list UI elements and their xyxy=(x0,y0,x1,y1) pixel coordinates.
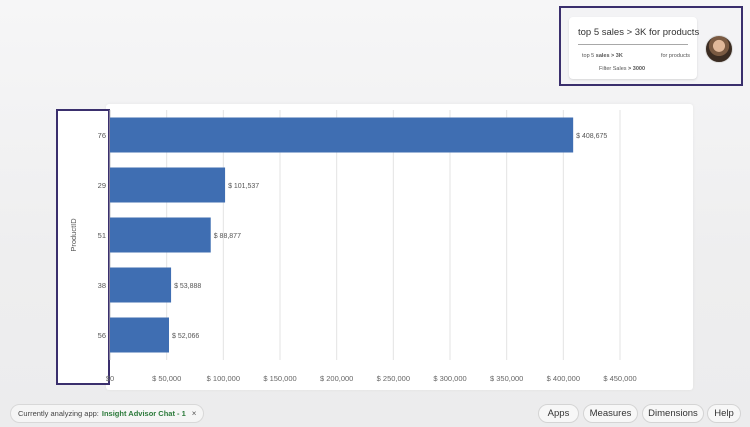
apps-button[interactable]: Apps xyxy=(538,404,579,423)
help-button[interactable]: Help xyxy=(707,404,741,423)
dimensions-button[interactable]: Dimensions xyxy=(642,404,704,423)
analyzing-app-status: Currently analyzing app: Insight Advisor… xyxy=(10,404,205,423)
measures-button[interactable]: Measures xyxy=(583,404,638,423)
x-tick-label: $ 50,000 xyxy=(152,374,181,383)
bar[interactable] xyxy=(110,267,172,303)
bar[interactable] xyxy=(110,167,226,203)
bar-value-label: $ 408,675 xyxy=(576,133,607,140)
y-tick-label: 51 xyxy=(98,231,106,240)
y-tick-label: 38 xyxy=(98,281,106,290)
bar[interactable] xyxy=(110,317,170,353)
x-tick-label: $ 250,000 xyxy=(377,374,410,383)
status-prefix: Currently analyzing app: xyxy=(18,409,99,418)
close-icon[interactable]: × xyxy=(192,409,197,418)
bar[interactable] xyxy=(110,217,211,253)
bar-value-label: $ 52,066 xyxy=(172,333,199,340)
x-tick-label: $ 100,000 xyxy=(207,374,240,383)
x-tick-label: $0 xyxy=(106,374,114,383)
y-axis-title: ProductID xyxy=(69,218,78,252)
y-tick-label: 29 xyxy=(98,181,106,190)
app-name[interactable]: Insight Advisor Chat - 1 xyxy=(102,409,186,418)
x-tick-label: $ 150,000 xyxy=(263,374,296,383)
y-tick-label: 56 xyxy=(98,331,106,340)
bar-chart[interactable]: $0 $ 50,000 $ 100,000 $ 150,000 $ 200,000 $ 2… xyxy=(0,0,750,427)
bar-value-label: $ 53,888 xyxy=(174,283,201,290)
bars xyxy=(110,117,574,353)
x-tick-label: $ 200,000 xyxy=(320,374,353,383)
x-tick-label: $ 400,000 xyxy=(547,374,580,383)
x-tick-label: $ 300,000 xyxy=(433,374,466,383)
bar-value-label: $ 101,537 xyxy=(228,183,259,190)
bar[interactable] xyxy=(110,117,574,153)
x-tick-label: $ 350,000 xyxy=(490,374,523,383)
bar-value-label: $ 88,877 xyxy=(214,233,241,240)
x-tick-label: $ 450,000 xyxy=(603,374,636,383)
y-tick-label: 76 xyxy=(98,131,106,140)
